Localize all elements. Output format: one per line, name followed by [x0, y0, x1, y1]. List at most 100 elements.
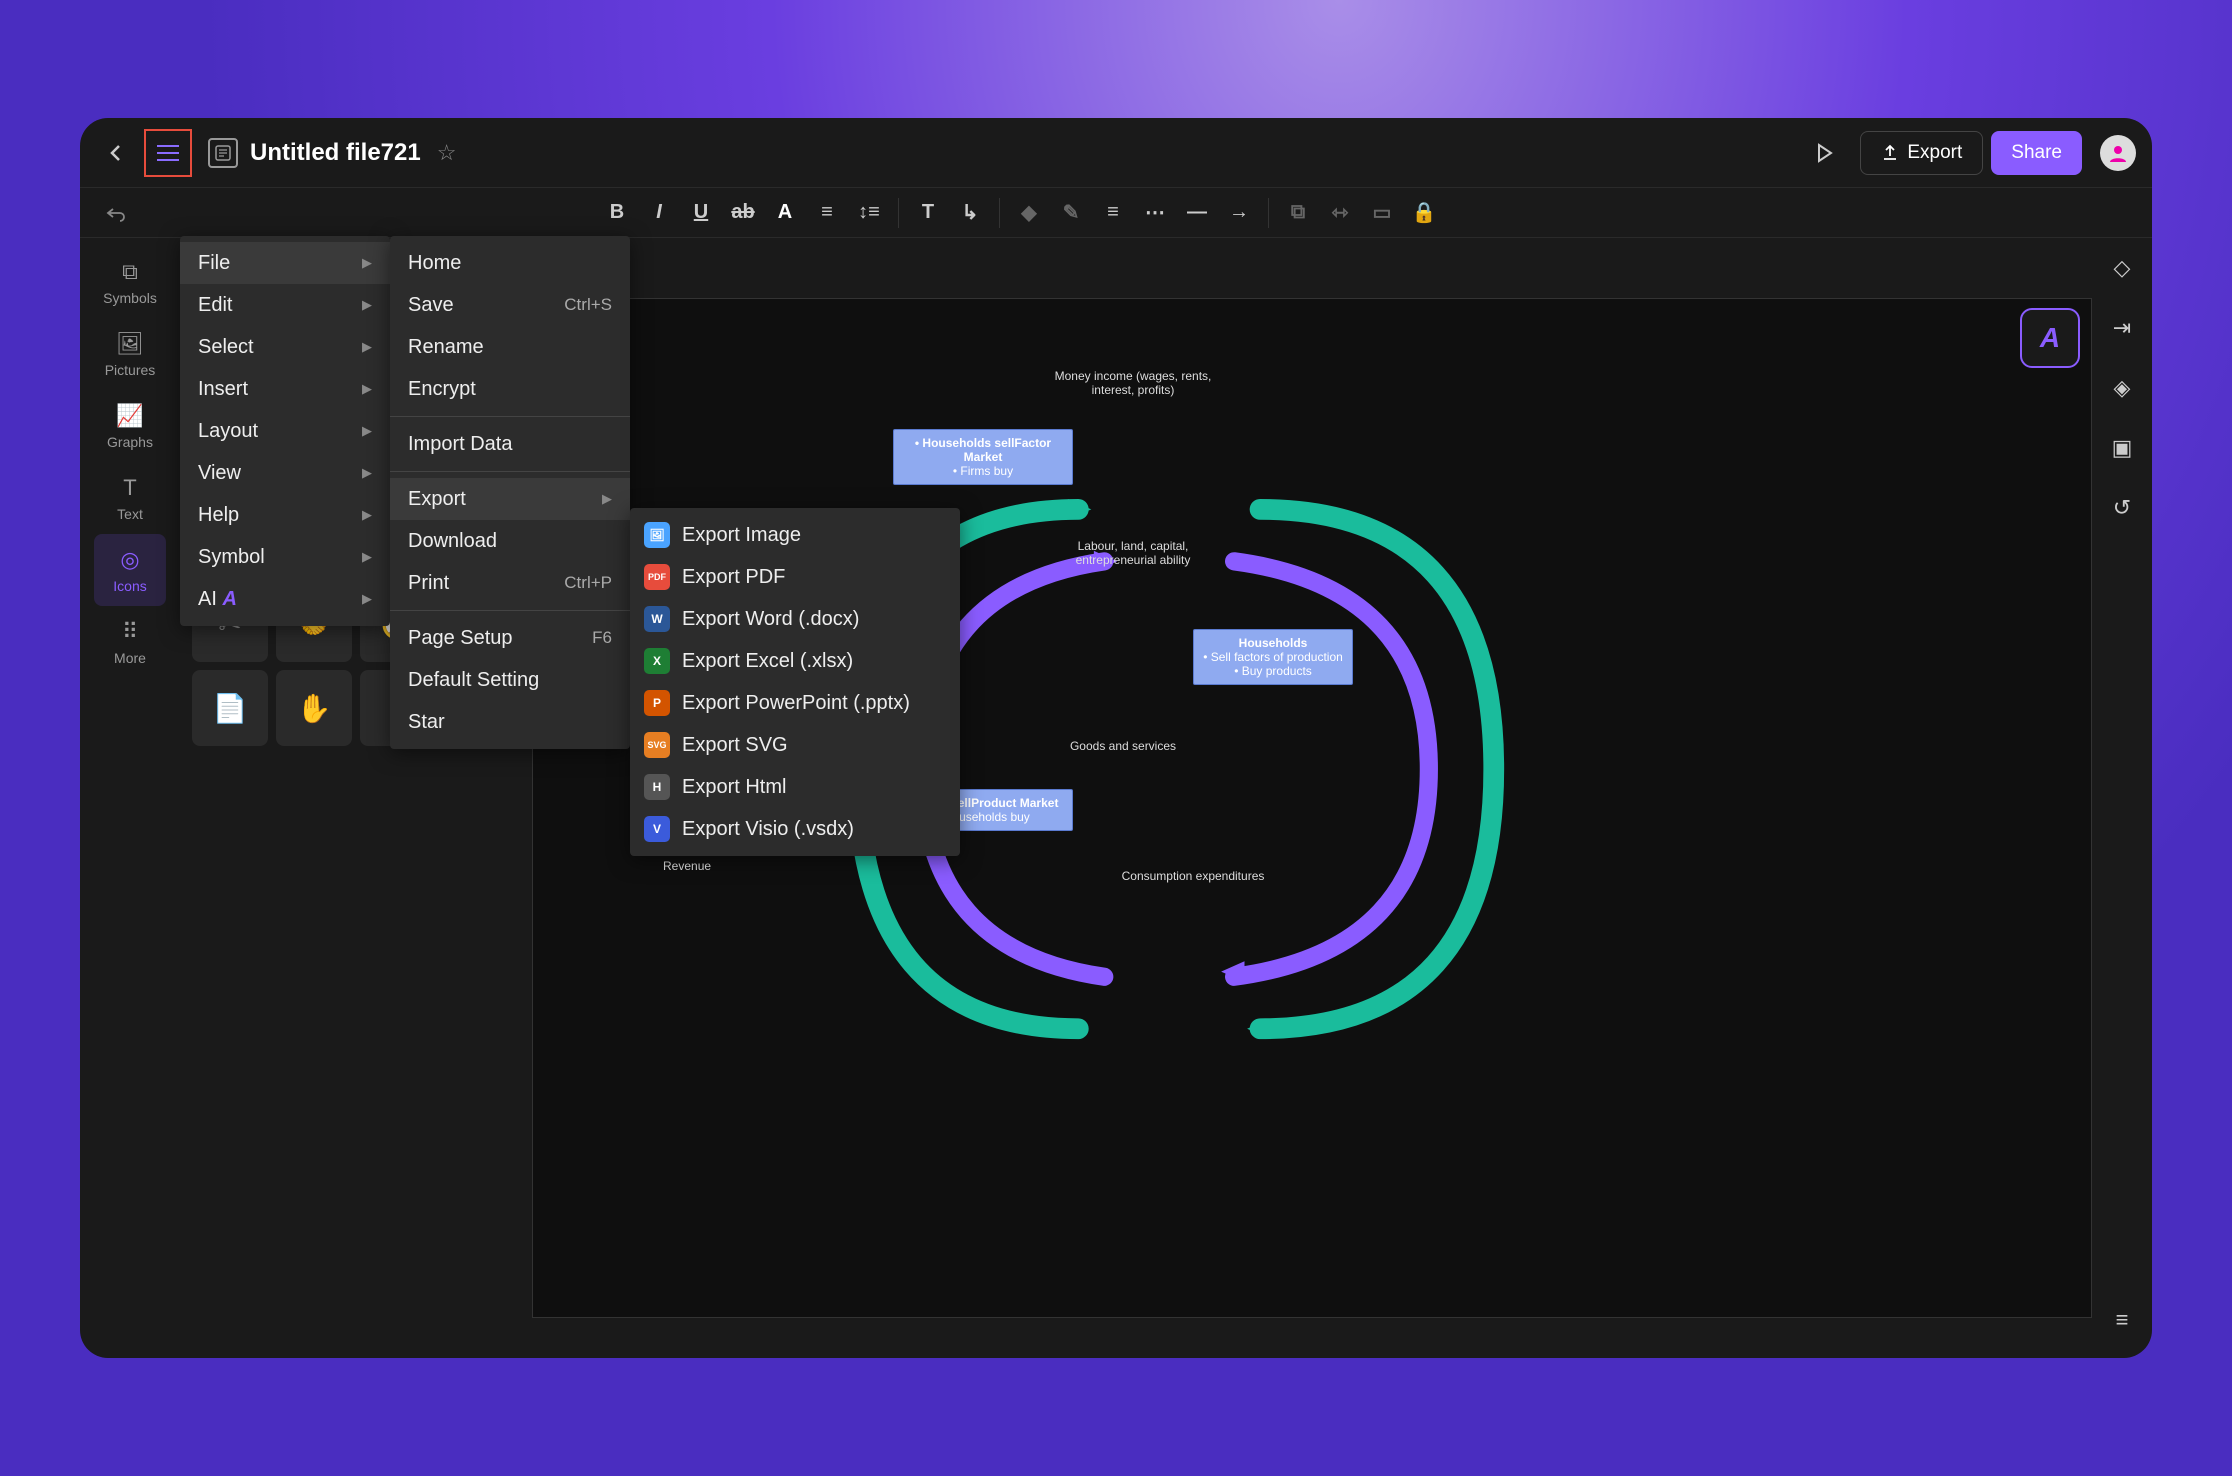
menu-item-select[interactable]: Select ▶ — [180, 326, 390, 368]
play-button[interactable] — [1804, 133, 1844, 173]
menu-item-save[interactable]: SaveCtrl+S — [390, 284, 630, 326]
chevron-right-icon: ▶ — [362, 549, 372, 565]
sidebar-item-pictures[interactable]: 🖼 Pictures — [94, 318, 166, 390]
layer-button[interactable]: ▭ — [1361, 193, 1403, 233]
menu-item-export-image[interactable]: 🖼Export Image — [630, 514, 960, 556]
chevron-right-icon: ▶ — [362, 591, 372, 607]
connector-button[interactable]: ↳ — [949, 193, 991, 233]
menu-item-symbol[interactable]: Symbol ▶ — [180, 536, 390, 578]
menu-item-ai[interactable]: AI A ▶ — [180, 578, 390, 620]
left-sidebar: ⧉ Symbols 🖼 Pictures 📈 Graphs T Text ◎ I… — [80, 238, 180, 1358]
menu-item-label: Export PDF — [682, 566, 785, 589]
menu-item-default-setting[interactable]: Default Setting — [390, 659, 630, 701]
undo-button[interactable] — [96, 193, 136, 233]
app-window: Untitled file721 ☆ Export Share B I U ab… — [80, 118, 2152, 1358]
menu-item-help[interactable]: Help ▶ — [180, 494, 390, 536]
sidebar-item-graphs[interactable]: 📈 Graphs — [94, 390, 166, 462]
menu-item-label: Print — [408, 572, 449, 595]
menu-item-label: Save — [408, 294, 454, 317]
present-button[interactable]: ▣ — [2104, 430, 2140, 466]
topbar: Untitled file721 ☆ Export Share — [80, 118, 2152, 188]
menu-shortcut: Ctrl+P — [564, 573, 612, 593]
back-button[interactable] — [96, 133, 136, 173]
sidebar-item-label: Graphs — [107, 434, 153, 450]
main-menu: File ▶ Edit ▶ Select ▶ Insert ▶ Layout ▶… — [180, 236, 390, 626]
menu-item-label: Export PowerPoint (.pptx) — [682, 692, 910, 715]
menu-item-layout[interactable]: Layout ▶ — [180, 410, 390, 452]
menu-item-import-data[interactable]: Import Data — [390, 423, 630, 465]
sidebar-item-text[interactable]: T Text — [94, 462, 166, 534]
fill-button[interactable]: ◆ — [1008, 193, 1050, 233]
sidebar-item-more[interactable]: ⠿ More — [94, 606, 166, 678]
sidebar-item-label: Text — [117, 506, 143, 522]
menu-item-export-html[interactable]: HExport Html — [630, 766, 960, 808]
line-height-button[interactable]: ↕≡ — [848, 193, 890, 233]
menu-item-export-excel[interactable]: XExport Excel (.xlsx) — [630, 640, 960, 682]
underline-button[interactable]: U — [680, 193, 722, 233]
theme-button[interactable]: ◈ — [2104, 370, 2140, 406]
menu-item-export-pdf[interactable]: PDFExport PDF — [630, 556, 960, 598]
menu-item-print[interactable]: Print Ctrl+P — [390, 562, 630, 604]
italic-button[interactable]: I — [638, 193, 680, 233]
powerpoint-icon: P — [644, 690, 670, 716]
image-icon: 🖼 — [644, 522, 670, 548]
sidebar-item-symbols[interactable]: ⧉ Symbols — [94, 246, 166, 318]
fill-color-button[interactable]: ◇ — [2104, 250, 2140, 286]
text-tool-button[interactable]: T — [907, 193, 949, 233]
diagram-box-households[interactable]: Households • Sell factors of production … — [1193, 629, 1353, 685]
menu-item-label: Help — [198, 504, 239, 527]
font-color-button[interactable]: A — [764, 193, 806, 233]
menu-item-export-visio[interactable]: VExport Visio (.vsdx) — [630, 808, 960, 850]
lock-button[interactable]: 🔒 — [1403, 193, 1445, 233]
menu-item-file[interactable]: File ▶ — [180, 242, 390, 284]
menu-item-insert[interactable]: Insert ▶ — [180, 368, 390, 410]
menu-item-home[interactable]: Home — [390, 242, 630, 284]
sidebar-item-label: Pictures — [105, 362, 156, 378]
app-logo-badge[interactable]: A — [2020, 308, 2080, 368]
menu-item-label: Export Word (.docx) — [682, 608, 859, 631]
share-button-label: Share — [2011, 142, 2062, 164]
stroke-button[interactable]: ✎ — [1050, 193, 1092, 233]
dashed-button[interactable]: ⋯ — [1134, 193, 1176, 233]
diagram-box-line: • Households sellFactor Market — [902, 436, 1064, 464]
align-button[interactable]: ≡ — [806, 193, 848, 233]
strikethrough-button[interactable]: ab — [722, 193, 764, 233]
list-button[interactable]: ≡ — [2104, 1302, 2140, 1338]
bold-button[interactable]: B — [596, 193, 638, 233]
menu-item-export[interactable]: Export▶ — [390, 478, 630, 520]
avatar[interactable] — [2100, 135, 2136, 171]
html-icon: H — [644, 774, 670, 800]
menu-item-star[interactable]: Star — [390, 701, 630, 743]
line-weight-button[interactable]: ≡ — [1092, 193, 1134, 233]
diagram-box-factor-market[interactable]: • Households sellFactor Market • Firms b… — [893, 429, 1073, 485]
history-button[interactable]: ↺ — [2104, 490, 2140, 526]
chevron-right-icon: ▶ — [362, 465, 372, 481]
icon-tile-document[interactable]: 📄 — [192, 670, 268, 746]
menu-shortcut: F6 — [592, 628, 612, 648]
import-button[interactable]: ⇥ — [2104, 310, 2140, 346]
menu-item-page-setup[interactable]: Page SetupF6 — [390, 617, 630, 659]
sidebar-item-label: More — [114, 650, 146, 666]
menu-item-download[interactable]: Download — [390, 520, 630, 562]
menu-item-encrypt[interactable]: Encrypt — [390, 368, 630, 410]
menu-item-view[interactable]: View ▶ — [180, 452, 390, 494]
menu-item-label: Download — [408, 530, 497, 553]
menu-item-export-svg[interactable]: SVGExport SVG — [630, 724, 960, 766]
export-button[interactable]: Export — [1860, 131, 1983, 175]
menu-item-label: Default Setting — [408, 669, 539, 692]
symbols-icon: ⧉ — [116, 258, 144, 286]
line-style-button[interactable]: — — [1176, 193, 1218, 233]
group-button[interactable]: ⧉ — [1277, 193, 1319, 233]
menu-item-export-word[interactable]: WExport Word (.docx) — [630, 598, 960, 640]
main-menu-button[interactable] — [148, 133, 188, 173]
icon-tile-hand[interactable]: ✋ — [276, 670, 352, 746]
distribute-button[interactable]: ⇿ — [1319, 193, 1361, 233]
sidebar-item-icons[interactable]: ◎ Icons — [94, 534, 166, 606]
diagram-box-line: • Buy products — [1202, 664, 1344, 678]
share-button[interactable]: Share — [1991, 131, 2082, 175]
menu-item-export-powerpoint[interactable]: P Export PowerPoint (.pptx) — [630, 682, 960, 724]
arrow-button[interactable]: → — [1218, 193, 1260, 233]
menu-item-rename[interactable]: Rename — [390, 326, 630, 368]
menu-item-edit[interactable]: Edit ▶ — [180, 284, 390, 326]
favorite-star[interactable]: ☆ — [437, 140, 457, 166]
